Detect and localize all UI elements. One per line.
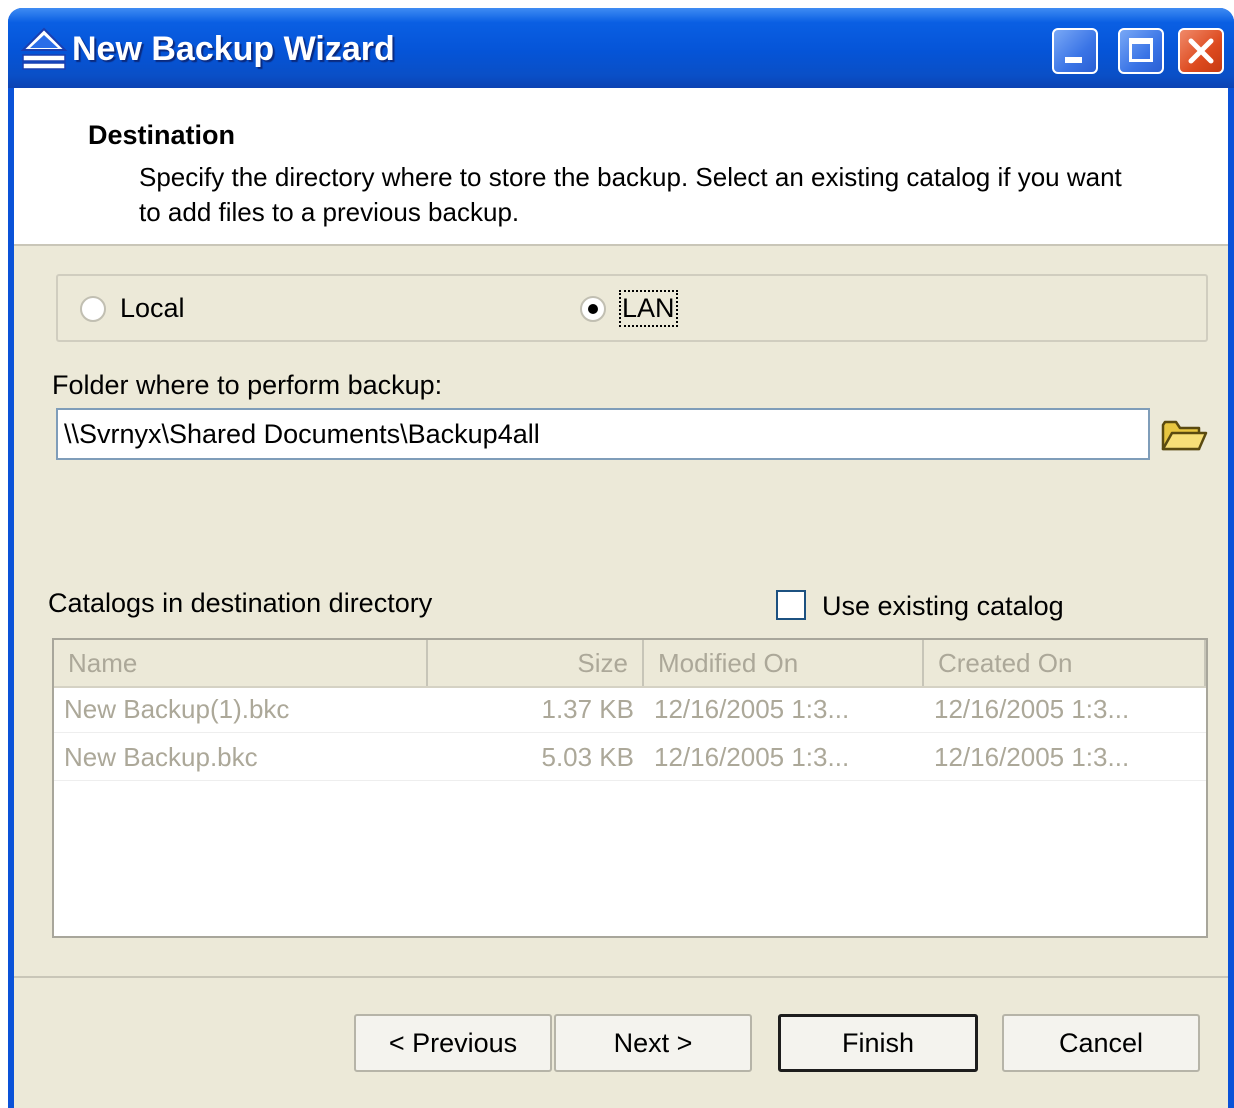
- cell-created: 12/16/2005 1:3...: [934, 694, 1130, 724]
- folder-icon[interactable]: [1160, 416, 1208, 454]
- use-existing-catalog-checkbox[interactable]: [776, 590, 806, 620]
- cell-size: 1.37 KB: [541, 694, 634, 724]
- location-radio-group: Local LAN: [56, 274, 1208, 342]
- local-radio[interactable]: [80, 296, 106, 322]
- folder-label: Folder where to perform backup:: [52, 370, 443, 400]
- wizard-client-area: Destination Specify the directory where …: [14, 88, 1228, 1108]
- table-row[interactable]: New Backup.bkc 5.03 KB 12/16/2005 1:3...…: [54, 734, 1206, 781]
- cell-name: New Backup.bkc: [64, 742, 258, 772]
- wizard-header: Destination Specify the directory where …: [14, 88, 1228, 246]
- minimize-button[interactable]: [1052, 28, 1098, 74]
- catalogs-label: Catalogs in destination directory: [48, 588, 433, 618]
- backup-icon: [20, 27, 68, 70]
- finish-button[interactable]: Finish: [778, 1014, 978, 1072]
- radio-selected-dot: [588, 304, 598, 314]
- backup-wizard-window: New Backup Wizard Destination Specify th…: [8, 8, 1234, 1108]
- column-header-created[interactable]: Created On: [924, 640, 1206, 686]
- cancel-button[interactable]: Cancel: [1002, 1014, 1200, 1072]
- finish-button-label: Finish: [841, 1027, 915, 1058]
- backup-folder-input[interactable]: [56, 408, 1150, 460]
- window-title: New Backup Wizard: [72, 30, 395, 68]
- cell-modified: 12/16/2005 1:3...: [654, 742, 850, 772]
- button-separator: [14, 976, 1228, 978]
- catalog-list[interactable]: Name Size Modified On Created On New Bac…: [52, 638, 1208, 938]
- cancel-button-label: Cancel: [1058, 1027, 1144, 1058]
- column-header-size[interactable]: Size: [428, 640, 644, 686]
- maximize-icon: [1129, 38, 1153, 62]
- column-header-name[interactable]: Name: [54, 640, 428, 686]
- cell-created: 12/16/2005 1:3...: [934, 742, 1130, 772]
- lan-radio-label[interactable]: LAN: [619, 290, 678, 327]
- previous-button-label: < Previous: [388, 1027, 518, 1058]
- minimize-icon: [1065, 57, 1082, 63]
- page-title: Destination: [88, 120, 236, 150]
- table-row[interactable]: New Backup(1).bkc 1.37 KB 12/16/2005 1:3…: [54, 686, 1206, 733]
- page-description: Specify the directory where to store the…: [139, 162, 1122, 227]
- maximize-button[interactable]: [1118, 28, 1164, 74]
- title-bar[interactable]: New Backup Wizard: [8, 8, 1234, 88]
- local-radio-label[interactable]: Local: [120, 293, 185, 324]
- catalog-list-header: Name Size Modified On Created On: [54, 640, 1206, 688]
- next-button[interactable]: Next >: [554, 1014, 752, 1072]
- lan-radio[interactable]: [580, 296, 606, 322]
- close-icon: [1188, 38, 1214, 64]
- next-button-label: Next >: [613, 1027, 693, 1058]
- cell-size: 5.03 KB: [541, 742, 634, 772]
- use-existing-catalog-label[interactable]: Use existing catalog: [822, 591, 1064, 622]
- cell-name: New Backup(1).bkc: [64, 694, 290, 724]
- cell-modified: 12/16/2005 1:3...: [654, 694, 850, 724]
- close-button[interactable]: [1178, 28, 1224, 74]
- column-header-modified[interactable]: Modified On: [644, 640, 924, 686]
- previous-button[interactable]: < Previous: [354, 1014, 552, 1072]
